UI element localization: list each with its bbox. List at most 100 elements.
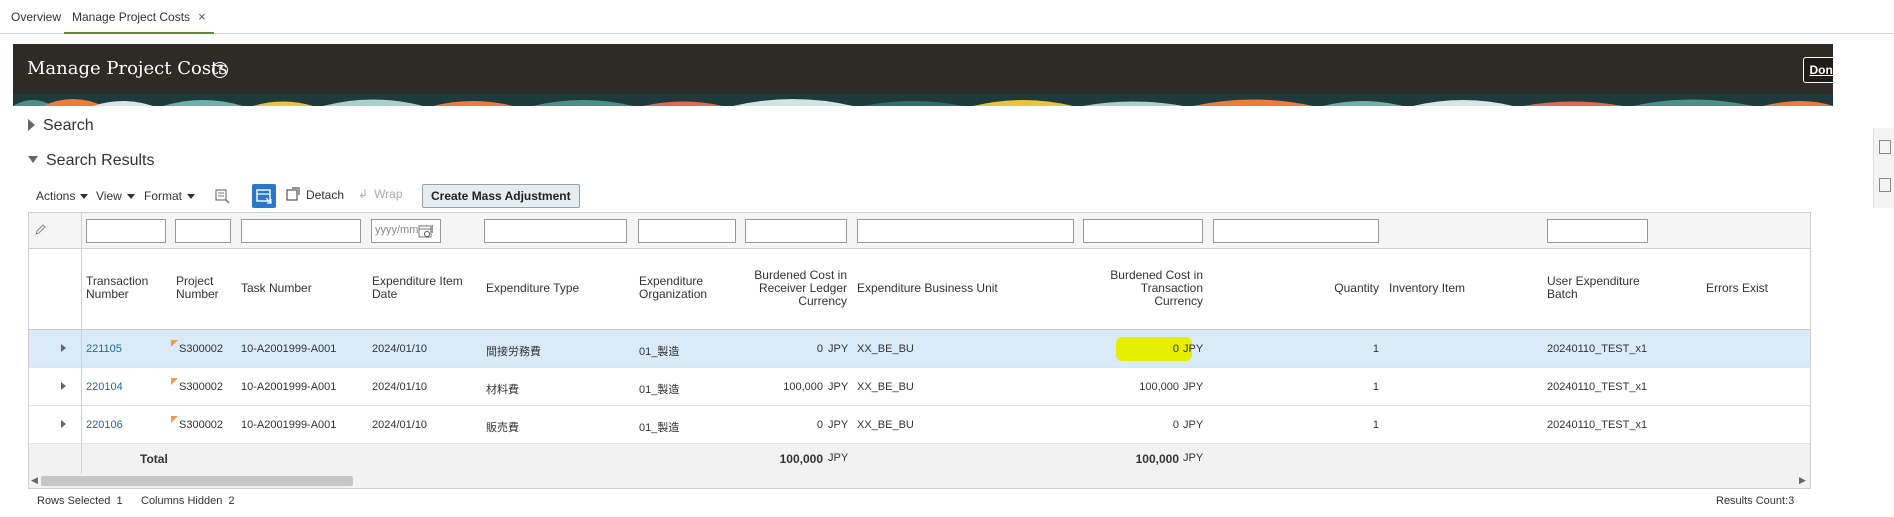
flag-icon bbox=[171, 378, 178, 385]
col-task-number[interactable]: Task Number bbox=[241, 282, 312, 295]
freeze-icon bbox=[256, 189, 272, 204]
scroll-right-icon[interactable]: ▶ bbox=[1799, 475, 1806, 486]
total-row: Total 100,000 JPY 100,000 JPY bbox=[29, 444, 1810, 474]
col-user-expenditure-batch[interactable]: User Expenditure Batch bbox=[1547, 275, 1640, 301]
detach-icon bbox=[286, 187, 300, 201]
transaction-number-filter[interactable] bbox=[86, 219, 166, 243]
tab-manage-project-costs[interactable]: Manage Project Costs × bbox=[64, 0, 214, 34]
caret-down-icon bbox=[80, 194, 89, 199]
flag-icon bbox=[171, 416, 178, 423]
total-currency-receiver: JPY bbox=[828, 452, 849, 464]
project-number-filter[interactable] bbox=[175, 219, 231, 243]
list-icon[interactable] bbox=[1879, 140, 1891, 154]
create-mass-adjustment-button[interactable]: Create Mass Adjustment bbox=[422, 184, 580, 208]
caret-down-icon bbox=[126, 194, 135, 199]
wrap-icon: ↲ bbox=[358, 187, 369, 201]
expand-icon bbox=[28, 119, 35, 131]
burdened-cost-transaction: 0 bbox=[1172, 343, 1179, 355]
header-banner-image bbox=[13, 94, 1833, 106]
close-icon[interactable]: × bbox=[198, 9, 206, 24]
view-menu[interactable]: View bbox=[96, 189, 135, 203]
expenditure-type: 間接労務費 bbox=[486, 346, 541, 358]
col-inventory-item[interactable]: Inventory Item bbox=[1389, 282, 1465, 295]
transaction-number-link[interactable]: 220104 bbox=[86, 381, 123, 393]
quantity: 1 bbox=[1372, 343, 1379, 355]
transaction-number-link[interactable]: 221105 bbox=[86, 343, 122, 355]
currency-receiver: JPY bbox=[828, 419, 849, 431]
side-panel bbox=[1873, 128, 1894, 208]
col-burdened-cost-transaction[interactable]: Burdened Cost in Transaction Currency bbox=[1089, 269, 1203, 308]
table-row[interactable]: 220104 S300002 10-A2001999-A001 2024/01/… bbox=[29, 368, 1810, 406]
user-batch: 20240110_TEST_x1 bbox=[1547, 343, 1648, 355]
total-currency-transaction: JPY bbox=[1183, 452, 1204, 464]
col-transaction-number[interactable]: Transaction Number bbox=[86, 275, 148, 301]
table-row[interactable]: 221105 S300002 10-A2001999-A001 2024/01/… bbox=[29, 330, 1810, 368]
total-burdened-transaction: 100,000 bbox=[1135, 452, 1179, 466]
wrap-button[interactable]: ↲ Wrap bbox=[358, 187, 403, 201]
task-number-filter[interactable] bbox=[241, 219, 361, 243]
actions-menu[interactable]: Actions bbox=[36, 189, 89, 203]
expenditure-organization-filter[interactable] bbox=[638, 219, 736, 243]
task-number: 10-A2001999-A001 bbox=[241, 381, 337, 393]
business-unit: XX_BE_BU bbox=[857, 381, 914, 393]
collapse-icon bbox=[28, 156, 38, 163]
flag-icon bbox=[171, 340, 178, 347]
help-icon[interactable]: ? bbox=[212, 62, 228, 78]
scroll-left-icon[interactable]: ◀ bbox=[31, 475, 38, 486]
column-headers: Transaction Number Project Number Task Num… bbox=[29, 249, 1810, 330]
business-unit-filter[interactable] bbox=[857, 219, 1074, 243]
col-project-number[interactable]: Project Number bbox=[176, 275, 219, 301]
project-number: S300002 bbox=[179, 419, 224, 431]
col-expenditure-item-date[interactable]: Expenditure Item Date bbox=[372, 275, 463, 301]
col-errors-exist[interactable]: Errors Exist bbox=[1706, 282, 1768, 295]
detach-button[interactable]: Detach bbox=[286, 187, 344, 202]
expenditure-type: 販売費 bbox=[486, 422, 519, 434]
col-burdened-cost-receiver[interactable]: Burdened Cost in Receiver Ledger Currency bbox=[729, 269, 847, 308]
business-unit: XX_BE_BU bbox=[857, 419, 914, 431]
quantity: 1 bbox=[1372, 381, 1379, 393]
project-number: S300002 bbox=[179, 381, 224, 393]
search-results-section-header[interactable]: Search Results bbox=[28, 152, 155, 170]
currency-transaction: JPY bbox=[1183, 381, 1204, 393]
table-row[interactable]: 220106 S300002 10-A2001999-A001 2024/01/… bbox=[29, 406, 1810, 444]
col-expenditure-type[interactable]: Expenditure Type bbox=[486, 282, 579, 295]
user-batch: 20240110_TEST_x1 bbox=[1547, 419, 1648, 431]
format-menu[interactable]: Format bbox=[144, 189, 196, 203]
calendar-icon[interactable] bbox=[418, 224, 432, 238]
task-number: 10-A2001999-A001 bbox=[241, 419, 337, 431]
col-expenditure-business-unit[interactable]: Expenditure Business Unit bbox=[857, 282, 998, 295]
col-expenditure-organization[interactable]: Expenditure Organization bbox=[639, 275, 707, 301]
total-label: Total bbox=[140, 452, 168, 466]
done-button[interactable]: Done bbox=[1803, 57, 1833, 83]
quantity-filter[interactable] bbox=[1213, 219, 1379, 243]
search-section-header[interactable]: Search bbox=[28, 117, 94, 135]
search-results-label: Search Results bbox=[46, 152, 155, 169]
total-burdened-receiver: 100,000 bbox=[779, 452, 823, 466]
transaction-number-link[interactable]: 220106 bbox=[86, 419, 123, 431]
user-batch: 20240110_TEST_x1 bbox=[1547, 381, 1648, 393]
caret-down-icon bbox=[187, 194, 196, 199]
col-quantity[interactable]: Quantity bbox=[1279, 282, 1379, 295]
burdened-transaction-filter[interactable] bbox=[1083, 219, 1203, 243]
project-number: S300002 bbox=[179, 343, 224, 355]
expenditure-type: 材料費 bbox=[486, 384, 519, 396]
results-count: Results Count:3 bbox=[1716, 495, 1795, 507]
user-batch-filter[interactable] bbox=[1547, 219, 1648, 243]
expenditure-type-filter[interactable] bbox=[484, 219, 627, 243]
query-by-example-icon[interactable] bbox=[214, 188, 230, 204]
expenditure-date: 2024/01/10 bbox=[372, 381, 428, 393]
horizontal-scrollbar[interactable]: ◀ ▶ bbox=[29, 474, 1810, 488]
page-title: Manage Project Costs bbox=[27, 58, 228, 79]
chart-icon[interactable] bbox=[1879, 178, 1891, 192]
task-number: 10-A2001999-A001 bbox=[241, 343, 337, 355]
expenditure-date: 2024/01/10 bbox=[372, 419, 428, 431]
currency-transaction: JPY bbox=[1183, 419, 1204, 431]
results-table: yyyy/mm/dd Transaction Number Project Numb… bbox=[28, 212, 1811, 489]
tab-label: Manage Project Costs bbox=[72, 10, 191, 24]
expenditure-date: 2024/01/10 bbox=[372, 343, 428, 355]
tab-overview[interactable]: Overview bbox=[11, 0, 61, 34]
expenditure-organization: 01_製造 bbox=[639, 346, 680, 358]
freeze-button[interactable] bbox=[252, 184, 276, 208]
burdened-receiver-filter[interactable] bbox=[745, 219, 847, 243]
scrollbar-thumb[interactable] bbox=[41, 476, 353, 486]
